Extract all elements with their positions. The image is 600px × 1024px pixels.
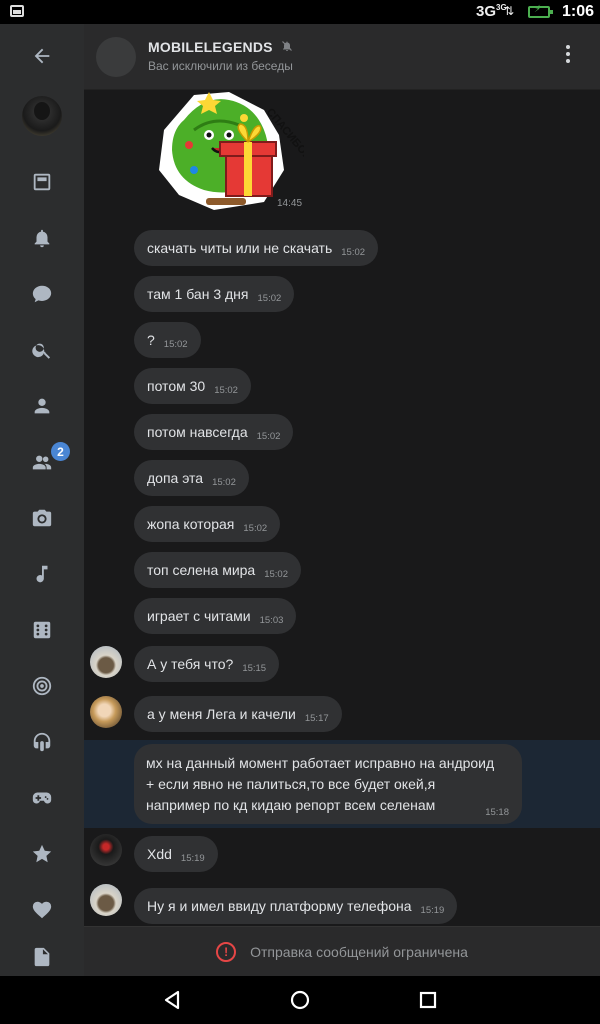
sidebar-item-search[interactable]	[0, 330, 84, 370]
sidebar-item-messages[interactable]	[0, 274, 84, 314]
sidebar-item-games[interactable]	[0, 778, 84, 818]
sidebar-item-photos[interactable]	[0, 498, 84, 538]
nav-recents-icon[interactable]	[416, 988, 440, 1012]
back-button[interactable]	[0, 36, 84, 76]
document-icon	[34, 947, 50, 967]
message-bubble[interactable]: Xdd 15:19	[134, 836, 218, 872]
message-bubble[interactable]: допа эта 15:02	[134, 460, 249, 496]
message-bubble[interactable]: ? 15:02	[134, 322, 201, 358]
message-feed[interactable]: СПАСИБО! 14:45 скачать читы или не скача…	[84, 90, 600, 926]
messaging-restricted-bar: ! Отправка сообщений ограничена	[84, 926, 600, 976]
message-bubble[interactable]: а у меня Лега и качели 15:17	[134, 696, 342, 732]
bell-icon	[34, 229, 50, 248]
sidebar-item-music[interactable]	[0, 554, 84, 594]
sidebar: 2	[0, 24, 84, 976]
signal-icon: ⇅	[504, 4, 515, 18]
chat-subtitle: Вас исключили из беседы	[148, 59, 293, 73]
system-navigation-bar	[0, 976, 600, 1024]
message-bubble[interactable]: жопа которая 15:02	[134, 506, 281, 542]
chat-header: MOBILELEGENDS Вас исключили из беседы	[84, 24, 600, 90]
message-bubble[interactable]: играет с читами 15:03	[134, 598, 297, 634]
muted-icon	[282, 41, 292, 51]
user-avatar[interactable]	[22, 96, 62, 136]
message-bubble[interactable]: потом навсегда 15:02	[134, 414, 294, 450]
message-bubble[interactable]: скачать читы или не скачать 15:02	[134, 230, 379, 266]
podcast-icon	[33, 732, 51, 752]
sticker-christmas-tree-gift[interactable]: СПАСИБО!	[154, 90, 304, 215]
sender-avatar[interactable]	[90, 646, 122, 678]
message-bubble[interactable]: топ селена мира 15:02	[134, 552, 301, 588]
sidebar-item-profile[interactable]	[0, 386, 84, 426]
battery-charging-icon	[528, 4, 553, 18]
star-icon	[32, 844, 52, 863]
friends-icon	[32, 455, 52, 470]
camera-icon	[32, 509, 52, 527]
nav-home-icon[interactable]	[288, 988, 312, 1012]
sender-avatar[interactable]	[90, 884, 122, 916]
sidebar-item-podcasts[interactable]	[0, 722, 84, 762]
sidebar-item-friends[interactable]	[0, 442, 84, 482]
more-options-button[interactable]	[562, 42, 574, 66]
gallery-notification-icon	[10, 5, 24, 17]
sidebar-item-target[interactable]	[0, 666, 84, 706]
music-icon	[36, 565, 48, 583]
sidebar-item-favorites[interactable]	[0, 890, 84, 930]
apps-icon	[33, 621, 51, 639]
chat-avatar[interactable]	[96, 37, 136, 77]
nav-back-icon[interactable]	[160, 988, 184, 1012]
message-bubble[interactable]: мх на данный момент работает исправно на…	[134, 744, 522, 824]
sidebar-item-bookmarks[interactable]	[0, 834, 84, 874]
target-icon	[32, 676, 52, 696]
back-arrow-icon	[34, 48, 50, 64]
sidebar-item-documents[interactable]	[0, 946, 84, 976]
sidebar-item-apps[interactable]	[0, 610, 84, 650]
restriction-text: Отправка сообщений ограничена	[250, 943, 468, 960]
heart-icon	[32, 901, 52, 919]
message-bubble[interactable]: потом 30 15:02	[134, 368, 251, 404]
chat-title[interactable]: MOBILELEGENDS	[148, 39, 273, 55]
message-icon	[32, 285, 52, 303]
sidebar-item-notifications[interactable]	[0, 218, 84, 258]
sender-avatar[interactable]	[90, 696, 122, 728]
status-bar: 3G3G ⇅ 1:06	[0, 0, 600, 24]
sidebar-item-news[interactable]	[0, 162, 84, 202]
clock: 1:06	[562, 3, 595, 20]
message-bubble[interactable]: там 1 бан 3 дня 15:02	[134, 276, 295, 312]
warning-icon: !	[216, 941, 237, 962]
profile-icon	[34, 398, 50, 414]
network-indicator: 3G3G	[476, 3, 507, 20]
sticker-time: 14:45	[277, 198, 303, 209]
gamepad-icon	[32, 792, 52, 804]
message-bubble[interactable]: Ну я и имел ввиду платформу телефона 15:1…	[134, 888, 458, 924]
friends-badge: 2	[51, 442, 70, 461]
news-icon	[33, 173, 51, 191]
search-icon	[32, 343, 51, 359]
sender-avatar[interactable]	[90, 834, 122, 866]
message-bubble[interactable]: А у тебя что? 15:15	[134, 646, 280, 682]
